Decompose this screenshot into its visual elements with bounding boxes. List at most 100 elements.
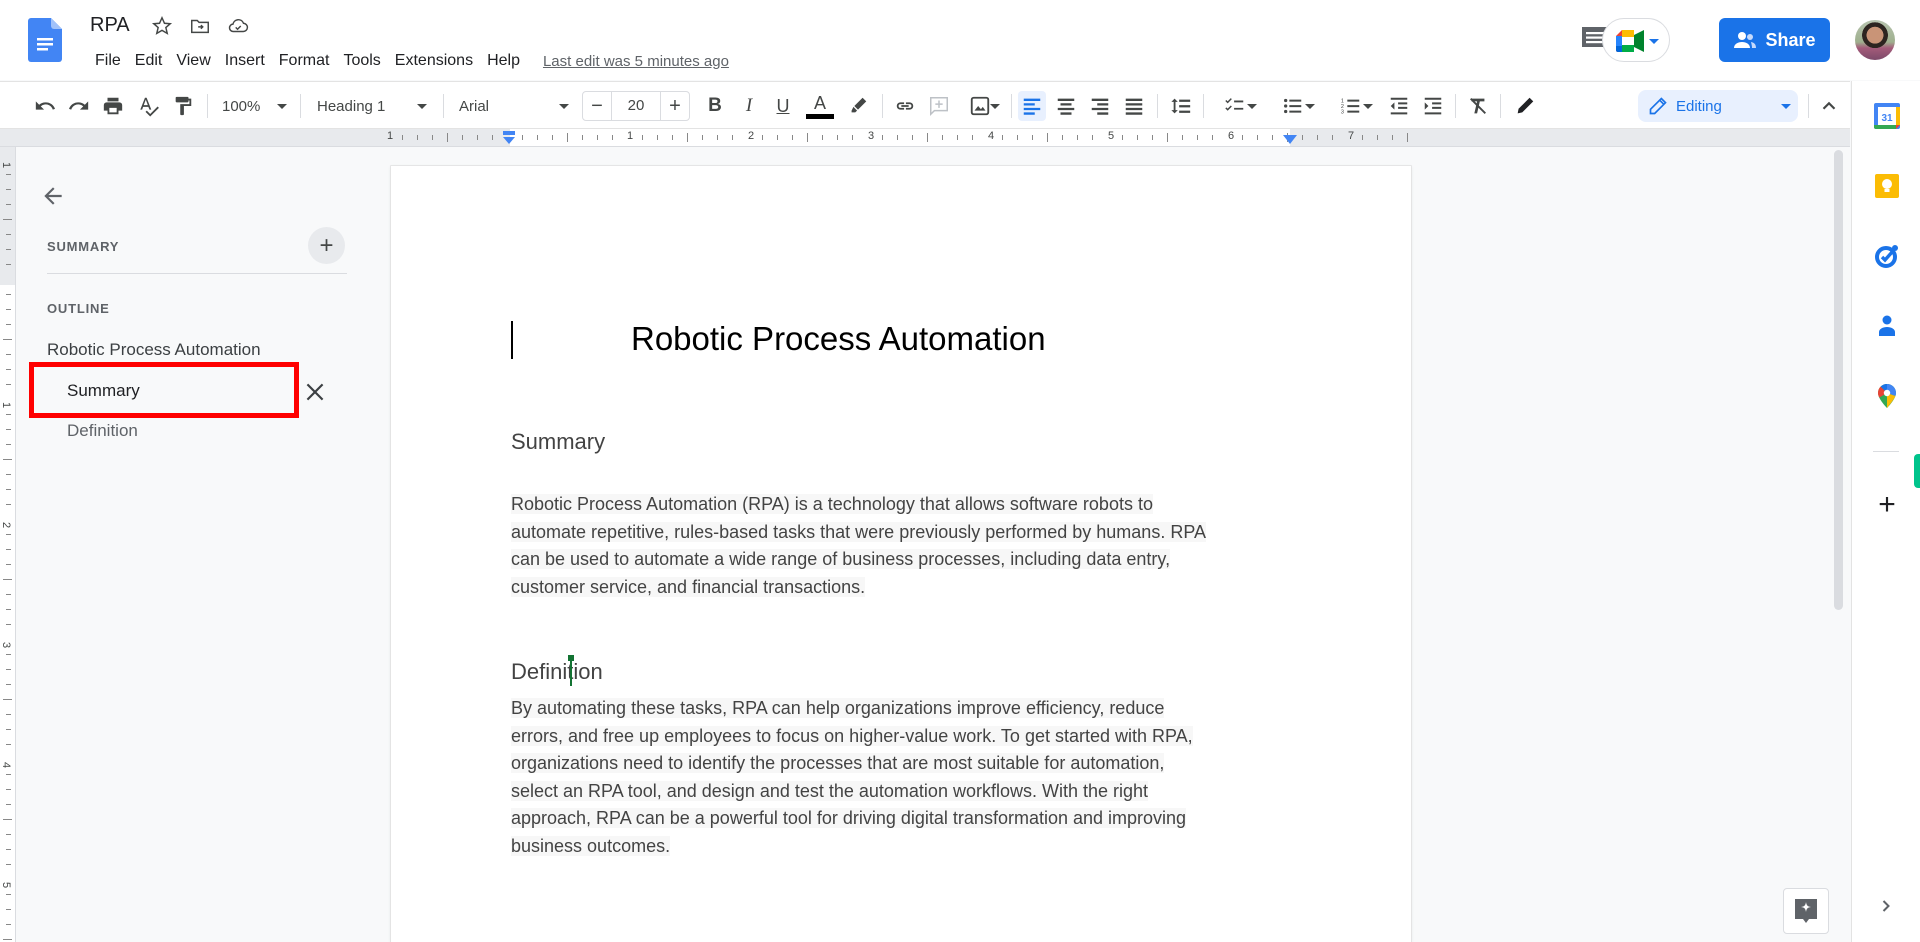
zoom-select[interactable]: 100% bbox=[222, 91, 290, 121]
align-right-button[interactable] bbox=[1087, 91, 1113, 121]
vertical-scrollbar[interactable] bbox=[1834, 150, 1843, 610]
underline-button[interactable]: U bbox=[771, 91, 795, 121]
font-size-input[interactable]: 20 bbox=[611, 92, 661, 120]
outline-item-definition[interactable]: Definition bbox=[67, 421, 138, 441]
highlighter-icon bbox=[851, 97, 867, 113]
ruler-tick bbox=[882, 135, 883, 140]
cloud-saved-icon[interactable] bbox=[227, 15, 249, 37]
numbered-list-button[interactable]: 123 bbox=[1328, 91, 1374, 121]
insert-image-button[interactable] bbox=[960, 91, 1000, 121]
outline-item-robotic-process-automation[interactable]: Robotic Process Automation bbox=[47, 340, 261, 360]
redo-button[interactable] bbox=[66, 91, 92, 121]
editing-mode-select[interactable]: Editing bbox=[1638, 90, 1798, 122]
italic-button[interactable]: I bbox=[737, 91, 761, 121]
get-add-ons-button[interactable]: + bbox=[1874, 490, 1900, 520]
checklist-button[interactable] bbox=[1212, 91, 1258, 121]
section-heading-definition[interactable]: Definition bbox=[511, 659, 603, 685]
spellcheck-icon bbox=[140, 97, 159, 117]
definition-paragraph[interactable]: By automating these tasks, RPA can help … bbox=[511, 695, 1301, 860]
menu-file[interactable]: File bbox=[88, 50, 128, 72]
text-color-button[interactable]: A bbox=[805, 91, 835, 121]
menu-edit[interactable]: Edit bbox=[128, 50, 170, 72]
menu-help[interactable]: Help bbox=[480, 50, 527, 72]
toolbar-divider bbox=[1203, 94, 1204, 118]
menu-view[interactable]: View bbox=[169, 50, 217, 72]
move-folder-icon[interactable] bbox=[189, 15, 211, 37]
align-center-button[interactable] bbox=[1053, 91, 1079, 121]
ruler-tick bbox=[1407, 133, 1408, 142]
ruler-tick bbox=[1137, 135, 1138, 140]
right-indent-marker-icon[interactable] bbox=[1283, 135, 1297, 145]
summary-paragraph[interactable]: Robotic Process Automation (RPA) is a te… bbox=[511, 491, 1301, 601]
document-page[interactable]: Robotic Process Automation Summary Robot… bbox=[391, 166, 1411, 942]
account-avatar[interactable] bbox=[1855, 20, 1895, 60]
tasks-icon[interactable] bbox=[1873, 242, 1901, 270]
print-button[interactable] bbox=[100, 91, 126, 121]
ruler-tick bbox=[1317, 135, 1318, 140]
vruler-tick bbox=[3, 459, 12, 460]
left-indent-marker-icon[interactable] bbox=[501, 131, 517, 145]
increase-indent-button[interactable] bbox=[1420, 91, 1446, 121]
share-button[interactable]: Share bbox=[1719, 18, 1830, 62]
arrow-back-icon[interactable] bbox=[40, 183, 66, 209]
bold-button[interactable]: B bbox=[703, 91, 727, 121]
add-summary-button[interactable]: + bbox=[308, 227, 345, 264]
insert-link-button[interactable] bbox=[892, 91, 918, 121]
close-icon[interactable] bbox=[302, 379, 328, 405]
last-edit-link[interactable]: Last edit was 5 minutes ago bbox=[543, 53, 729, 70]
horizontal-ruler[interactable]: 1 1 2 3 4 5 6 7 bbox=[0, 129, 1850, 147]
menu-extensions[interactable]: Extensions bbox=[388, 50, 480, 72]
bulleted-list-button[interactable] bbox=[1270, 91, 1316, 121]
ruler-tick bbox=[792, 135, 793, 140]
paint-format-icon bbox=[175, 96, 192, 116]
vruler-label: 5 bbox=[0, 881, 13, 889]
vruler-tick bbox=[3, 219, 12, 220]
paragraph-style-select[interactable]: Heading 1 bbox=[317, 91, 429, 121]
decrease-indent-button[interactable] bbox=[1386, 91, 1412, 121]
add-comment-button[interactable] bbox=[926, 91, 952, 121]
vruler-tick bbox=[6, 489, 11, 490]
undo-button[interactable] bbox=[32, 91, 58, 121]
explore-button[interactable] bbox=[1783, 888, 1829, 934]
ruler-tick bbox=[597, 135, 598, 140]
ruler-tick bbox=[477, 135, 478, 140]
ruler-tick bbox=[1032, 135, 1033, 140]
line-spacing-button[interactable] bbox=[1168, 91, 1194, 121]
clear-formatting-button[interactable] bbox=[1465, 91, 1491, 121]
paint-format-button[interactable] bbox=[170, 91, 196, 121]
menu-tools[interactable]: Tools bbox=[336, 50, 387, 72]
ruler-tick bbox=[567, 133, 568, 142]
numbered-list-icon: 123 bbox=[1341, 98, 1360, 115]
font-family-select[interactable]: Arial bbox=[459, 91, 571, 121]
spellcheck-button[interactable] bbox=[136, 91, 162, 121]
highlight-color-button[interactable] bbox=[845, 91, 871, 121]
increase-font-size-button[interactable]: + bbox=[661, 92, 689, 120]
google-docs-logo-icon[interactable] bbox=[28, 18, 62, 62]
share-people-icon bbox=[1734, 32, 1757, 48]
document-title[interactable]: RPA bbox=[90, 14, 130, 37]
ruler-tick bbox=[1092, 135, 1093, 140]
document-heading-title[interactable]: Robotic Process Automation bbox=[631, 320, 1046, 358]
ruler-tick bbox=[837, 135, 838, 140]
keep-icon[interactable] bbox=[1873, 172, 1901, 200]
star-icon[interactable] bbox=[151, 15, 173, 37]
top-bar: RPA File Edit View Insert Format Tools E… bbox=[0, 0, 1920, 80]
menu-format[interactable]: Format bbox=[272, 50, 337, 72]
calendar-icon[interactable]: 31 bbox=[1873, 102, 1901, 130]
maps-icon[interactable] bbox=[1873, 382, 1901, 410]
vruler-tick bbox=[6, 609, 11, 610]
meet-button[interactable] bbox=[1602, 18, 1670, 62]
vertical-ruler[interactable]: 1 1 2 3 4 5 bbox=[0, 147, 16, 942]
pen-tool-button[interactable] bbox=[1512, 91, 1538, 121]
menu-insert[interactable]: Insert bbox=[218, 50, 272, 72]
ruler-label: 6 bbox=[1228, 130, 1235, 142]
justify-button[interactable] bbox=[1121, 91, 1147, 121]
align-left-button[interactable] bbox=[1018, 91, 1046, 121]
chevron-right-icon[interactable] bbox=[1876, 896, 1896, 916]
ruler-tick bbox=[642, 135, 643, 140]
section-heading-summary[interactable]: Summary bbox=[511, 429, 605, 455]
align-right-icon bbox=[1091, 98, 1109, 115]
contacts-icon[interactable] bbox=[1873, 312, 1901, 340]
hide-menus-button[interactable] bbox=[1816, 91, 1842, 121]
decrease-font-size-button[interactable]: − bbox=[583, 92, 611, 120]
